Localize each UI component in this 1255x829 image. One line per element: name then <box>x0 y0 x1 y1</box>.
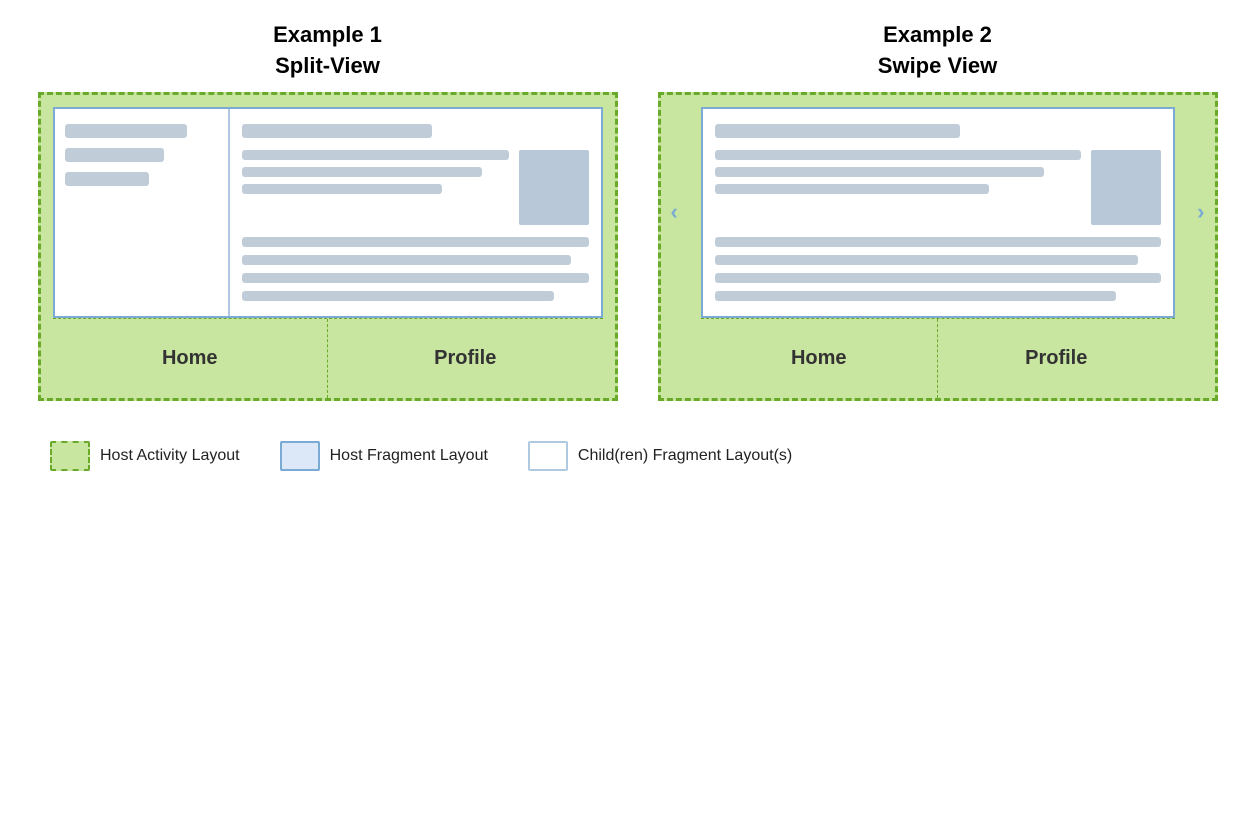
example1-nav-home-label: Home <box>162 347 218 370</box>
example1-detail <box>230 109 601 316</box>
examples-row: Example 1 Split-View <box>20 20 1235 401</box>
example2-standalone <box>715 237 1161 301</box>
example1-title-line1: Example 1 <box>273 20 382 51</box>
legend-child-fragment: Child(ren) Fragment Layout(s) <box>528 441 792 471</box>
legend-host-activity-box <box>50 441 90 471</box>
example2-nav-profile-label: Profile <box>1025 347 1087 370</box>
swipe-left-button[interactable]: ‹ <box>671 199 678 225</box>
example2-line-1 <box>715 150 1081 160</box>
example2-detail <box>703 109 1173 316</box>
example2-nav-home[interactable]: Home <box>701 319 939 398</box>
detail-text-lines <box>242 150 509 194</box>
standalone-line-1 <box>242 237 589 247</box>
detail-line-1 <box>242 150 509 160</box>
example1-nav-profile[interactable]: Profile <box>328 319 603 398</box>
example2-standalone-2 <box>715 255 1139 265</box>
example1-nav-bar: Home Profile <box>53 318 603 398</box>
example2-line-2 <box>715 167 1044 177</box>
example2-standalone-4 <box>715 291 1116 301</box>
example2-nav-home-label: Home <box>791 347 847 370</box>
detail-header <box>242 124 433 138</box>
detail-standalone <box>242 237 589 301</box>
example1-nav-profile-label: Profile <box>434 347 496 370</box>
legend-host-fragment: Host Fragment Layout <box>280 441 488 471</box>
legend-row: Host Activity Layout Host Fragment Layou… <box>20 421 1235 491</box>
example2-title: Example 2 Swipe View <box>878 20 997 82</box>
standalone-line-2 <box>242 255 572 265</box>
sidebar-line-2 <box>65 148 164 162</box>
example2-text-lines <box>715 150 1081 194</box>
detail-line-2 <box>242 167 482 177</box>
legend-host-fragment-box <box>280 441 320 471</box>
example2-host-fragment: ‹ <box>701 107 1175 318</box>
example1-host-fragment <box>53 107 603 318</box>
swipe-left-icon: ‹ <box>671 199 678 224</box>
example2-content-row <box>715 150 1161 225</box>
swipe-right-icon: › <box>1197 199 1204 224</box>
example2-nav-bar: Home Profile <box>701 318 1175 398</box>
example1-title: Example 1 Split-View <box>273 20 382 82</box>
standalone-line-4 <box>242 291 554 301</box>
detail-line-3 <box>242 184 442 194</box>
example1-sidebar <box>55 109 230 316</box>
legend-child-fragment-label: Child(ren) Fragment Layout(s) <box>578 447 792 465</box>
example2-nav-profile[interactable]: Profile <box>938 319 1175 398</box>
example2-line-3 <box>715 184 990 194</box>
example2-host-activity: ‹ <box>658 92 1218 401</box>
example1-host-activity: Home Profile <box>38 92 618 401</box>
sidebar-line-1 <box>65 124 187 138</box>
example2-title-line1: Example 2 <box>878 20 997 51</box>
page-container: Example 1 Split-View <box>20 20 1235 491</box>
example2-standalone-1 <box>715 237 1161 247</box>
standalone-line-3 <box>242 273 589 283</box>
detail-content-row <box>242 150 589 225</box>
legend-child-fragment-box <box>528 441 568 471</box>
example2-title-line2: Swipe View <box>878 51 997 82</box>
legend-host-activity: Host Activity Layout <box>50 441 240 471</box>
example2-detail-header <box>715 124 960 138</box>
legend-host-fragment-label: Host Fragment Layout <box>330 447 488 465</box>
swipe-right-button[interactable]: › <box>1197 199 1204 225</box>
example2-image <box>1091 150 1161 225</box>
example1-nav-home[interactable]: Home <box>53 319 329 398</box>
legend-host-activity-label: Host Activity Layout <box>100 447 240 465</box>
detail-image <box>519 150 589 225</box>
example2-standalone-3 <box>715 273 1161 283</box>
example1-title-line2: Split-View <box>273 51 382 82</box>
example1-wrapper: Example 1 Split-View <box>38 20 618 401</box>
example2-wrapper: Example 2 Swipe View ‹ <box>658 20 1218 401</box>
sidebar-line-3 <box>65 172 149 186</box>
